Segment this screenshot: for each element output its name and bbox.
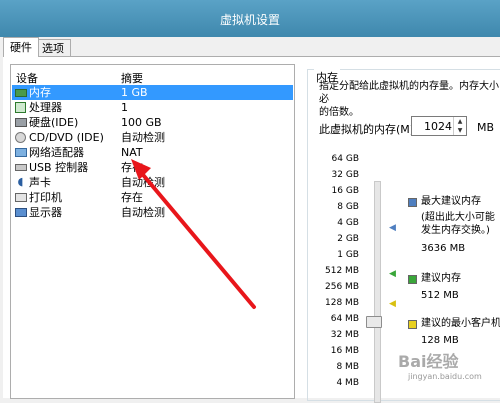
watermark-logo: Bai经验: [398, 352, 459, 371]
tab-hardware[interactable]: 硬件: [3, 37, 39, 57]
watermark-url: jingyan.baidu.com: [408, 372, 482, 381]
annotation-arrow-head: [131, 159, 151, 180]
red-annotation-arrow: [131, 159, 256, 309]
annotation-arrow-line: [137, 168, 256, 309]
